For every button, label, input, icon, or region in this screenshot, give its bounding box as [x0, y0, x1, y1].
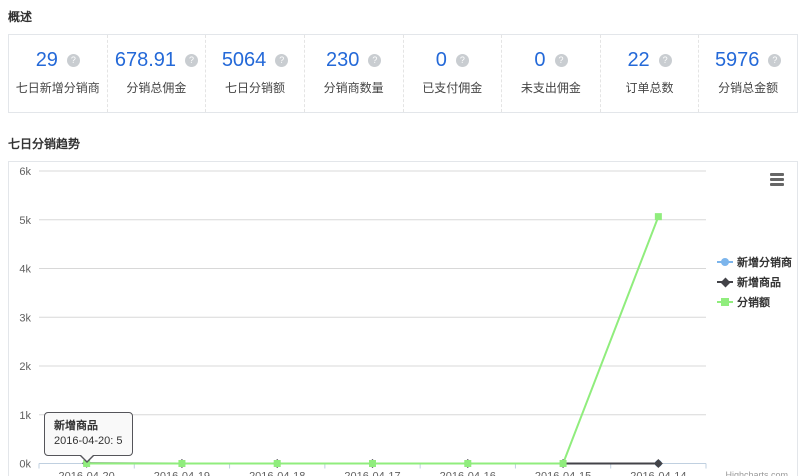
x-axis-label: 2016-04-17 [344, 471, 400, 476]
y-axis-label: 6k [19, 166, 31, 178]
circle-marker-icon [717, 256, 733, 268]
series-marker-distribution-amount[interactable] [178, 460, 185, 467]
tooltip-value: 2016-04-20: 5 [54, 434, 123, 449]
series-line-distribution-amount [87, 217, 659, 464]
stats-panel: 29 ? 七日新增分销商 678.91 ? 分销总佣金 5064 ? 七日分销额… [8, 34, 798, 113]
stat-label: 七日分销额 [206, 79, 304, 96]
stat-value: 29 [36, 49, 58, 72]
dashboard-page: 概述 29 ? 七日新增分销商 678.91 ? 分销总佣金 5064 ? 七日… [0, 0, 806, 476]
series-marker-distribution-amount[interactable] [655, 213, 662, 220]
legend-label: 新增商品 [737, 274, 781, 290]
stat-card-distribution-amount-7d: 5064 ? 七日分销额 [206, 35, 305, 112]
legend-item-new-products[interactable]: 新增商品 [717, 274, 792, 290]
stat-label: 分销总金额 [699, 79, 797, 96]
stat-label: 已支付佣金 [404, 79, 502, 96]
menu-icon [770, 178, 784, 181]
help-icon[interactable]: ? [659, 54, 672, 67]
stat-card-total-commission: 678.91 ? 分销总佣金 [108, 35, 207, 112]
y-axis-label: 5k [19, 215, 31, 227]
series-marker-distribution-amount[interactable] [560, 460, 567, 467]
stat-value: 22 [627, 49, 649, 72]
overview-title: 概述 [8, 8, 798, 25]
y-axis-label: 4k [19, 264, 31, 276]
series-marker-new-products[interactable] [654, 459, 663, 468]
series-marker-distribution-amount[interactable] [464, 460, 471, 467]
stat-value: 0 [436, 49, 447, 72]
stat-card-order-total: 22 ? 订单总数 [601, 35, 700, 112]
legend-label: 新增分销商 [737, 254, 792, 270]
help-icon[interactable]: ? [368, 54, 381, 67]
x-axis-label: 2016-04-16 [440, 471, 496, 476]
x-axis-label: 2016-04-15 [535, 471, 591, 476]
stat-label: 未支出佣金 [502, 79, 600, 96]
help-icon[interactable]: ? [185, 54, 198, 67]
highcharts-credits-link[interactable]: Highcharts.com [725, 470, 788, 476]
y-axis-label: 1k [19, 410, 31, 422]
x-axis-label: 2016-04-14 [630, 471, 686, 476]
help-icon[interactable]: ? [67, 54, 80, 67]
y-axis-label: 3k [19, 312, 31, 324]
chart-tooltip: 新增商品 2016-04-20: 5 [44, 412, 133, 456]
chart-context-menu-button[interactable] [768, 171, 786, 187]
series-marker-distribution-amount[interactable] [274, 460, 281, 467]
help-icon[interactable]: ? [456, 54, 469, 67]
stat-value: 0 [534, 49, 545, 72]
x-axis-label: 2016-04-19 [154, 471, 210, 476]
stat-card-unpaid-commission: 0 ? 未支出佣金 [502, 35, 601, 112]
y-axis-label: 0k [19, 459, 31, 471]
stat-value: 5064 [222, 49, 267, 72]
stat-label: 七日新增分销商 [9, 79, 107, 96]
legend-label: 分销额 [737, 294, 770, 310]
stat-value: 230 [326, 49, 359, 72]
stat-label: 订单总数 [601, 79, 699, 96]
diamond-marker-icon [717, 276, 733, 288]
stat-card-new-distributors-7d: 29 ? 七日新增分销商 [9, 35, 108, 112]
x-axis-label: 2016-04-18 [249, 471, 305, 476]
tooltip-series-name: 新增商品 [54, 419, 123, 434]
stat-card-paid-commission: 0 ? 已支付佣金 [404, 35, 503, 112]
stat-card-distributor-count: 230 ? 分销商数量 [305, 35, 404, 112]
trend-chart-panel: 0k 1k 2k 3k 4k 5k 6k 2016-04-20 2016-04-19 2016-0… [8, 161, 798, 476]
square-marker-icon [717, 296, 733, 308]
help-icon[interactable]: ? [275, 54, 288, 67]
menu-icon [770, 183, 784, 186]
legend-item-new-distributors[interactable]: 新增分销商 [717, 254, 792, 270]
x-axis-label: 2016-04-20 [59, 471, 115, 476]
stat-card-total-distribution-amount: 5976 ? 分销总金额 [699, 35, 797, 112]
stat-value: 5976 [715, 49, 760, 72]
chart-legend: 新增分销商新增商品分销额 [717, 254, 792, 310]
series-marker-distribution-amount[interactable] [369, 460, 376, 467]
menu-icon [770, 173, 784, 176]
help-icon[interactable]: ? [555, 54, 568, 67]
legend-item-distribution-amount[interactable]: 分销额 [717, 294, 792, 310]
stat-label: 分销商数量 [305, 79, 403, 96]
trend-title: 七日分销趋势 [8, 135, 798, 152]
help-icon[interactable]: ? [768, 54, 781, 67]
stat-value: 678.91 [115, 49, 176, 72]
stat-label: 分销总佣金 [108, 79, 206, 96]
y-axis-label: 2k [19, 361, 31, 373]
